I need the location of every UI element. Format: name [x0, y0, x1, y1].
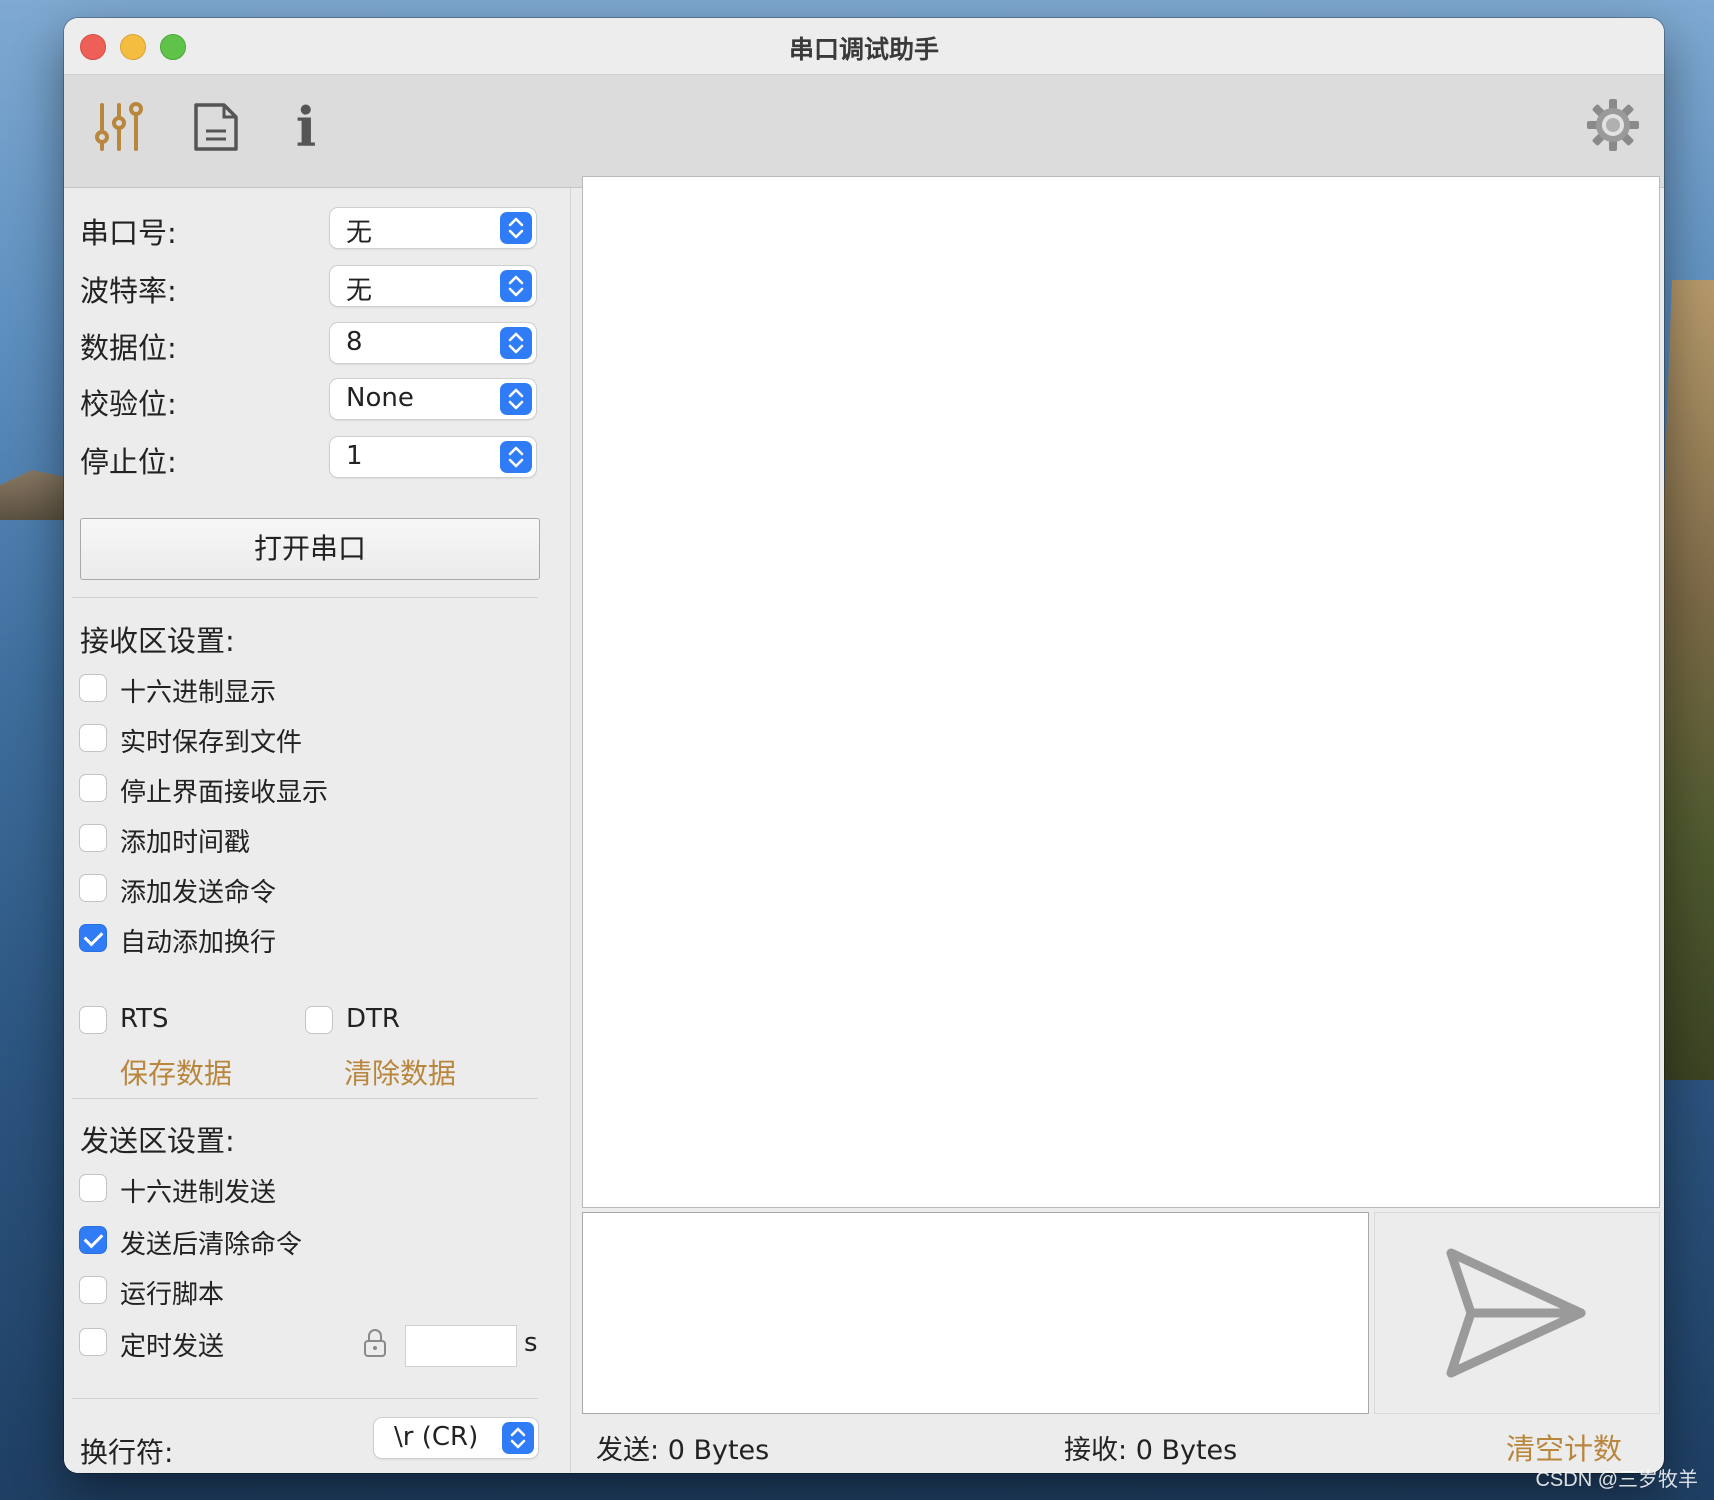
receive-count-value: 0 Bytes — [1135, 1435, 1238, 1466]
info-icon[interactable]: i — [286, 99, 326, 155]
newline-label: 换行符: — [80, 1436, 174, 1469]
select-arrows-icon — [500, 212, 532, 244]
newline-value: \r (CR) — [394, 1422, 479, 1452]
stopbits-value: 1 — [346, 441, 363, 471]
title-bar: 串口调试助手 — [64, 18, 1664, 75]
stopbits-select[interactable]: 1 — [330, 437, 536, 477]
select-arrows-icon — [500, 270, 532, 302]
stopbits-label: 停止位: — [80, 445, 177, 479]
panel-divider — [570, 188, 571, 1473]
interval-unit: s — [524, 1328, 538, 1358]
baud-value: 无 — [346, 276, 373, 306]
databits-value: 8 — [346, 327, 363, 357]
auto-newline-checkbox[interactable] — [80, 925, 106, 951]
send-plane-icon — [1446, 1248, 1586, 1378]
receive-area[interactable] — [582, 176, 1660, 1208]
send-input[interactable] — [582, 1212, 1369, 1414]
port-value: 无 — [346, 218, 373, 248]
clear-count-link[interactable]: 清空计数 — [1506, 1426, 1622, 1468]
gear-icon[interactable] — [1586, 97, 1640, 153]
add-send-command-label: 添加发送命令 — [120, 878, 277, 908]
rts-label: RTS — [120, 1004, 169, 1034]
hex-display-label: 十六进制显示 — [120, 678, 277, 708]
send-button[interactable] — [1374, 1212, 1660, 1414]
toolbar: i — [64, 75, 1664, 188]
divider — [72, 1098, 538, 1099]
sliders-icon[interactable] — [92, 99, 146, 155]
send-count-label: 发送: — [596, 1435, 660, 1466]
save-to-file-checkbox[interactable] — [80, 725, 106, 751]
stop-display-checkbox[interactable] — [80, 775, 106, 801]
document-icon[interactable] — [188, 99, 242, 155]
select-arrows-icon — [500, 327, 532, 359]
hex-send-label: 十六进制发送 — [120, 1178, 277, 1208]
watermark: CSDN @三岁牧羊 — [1535, 1469, 1698, 1491]
receive-count: 接收: 0 Bytes — [1064, 1428, 1237, 1467]
send-settings-title: 发送区设置: — [80, 1124, 235, 1158]
parity-select[interactable]: None — [330, 379, 536, 419]
databits-label: 数据位: — [80, 331, 177, 365]
baud-select[interactable]: 无 — [330, 266, 536, 306]
parity-value: None — [346, 383, 414, 413]
receive-settings-title: 接收区设置: — [80, 624, 235, 658]
parity-label: 校验位: — [80, 387, 177, 421]
timestamp-label: 添加时间戳 — [120, 828, 251, 858]
hex-display-checkbox[interactable] — [80, 675, 106, 701]
dtr-label: DTR — [346, 1004, 400, 1034]
window-title: 串口调试助手 — [788, 35, 939, 64]
stop-display-label: 停止界面接收显示 — [120, 778, 329, 808]
receive-count-label: 接收: — [1064, 1435, 1128, 1466]
divider — [72, 597, 538, 598]
auto-newline-label: 自动添加换行 — [120, 928, 277, 958]
divider — [72, 1398, 538, 1399]
send-interval-input[interactable] — [406, 1326, 516, 1366]
open-port-button[interactable]: 打开串口 — [80, 518, 540, 580]
settings-panel: 串口号: 无 波特率: 无 数据位: 8 校验位: None 停止位: 1 打开… — [64, 188, 572, 1473]
hex-send-checkbox[interactable] — [80, 1175, 106, 1201]
lock-icon[interactable] — [362, 1328, 388, 1358]
timed-send-label: 定时发送 — [120, 1332, 225, 1362]
add-send-command-checkbox[interactable] — [80, 875, 106, 901]
save-to-file-label: 实时保存到文件 — [120, 728, 303, 758]
databits-select[interactable]: 8 — [330, 323, 536, 363]
clear-data-link[interactable]: 清除数据 — [344, 1052, 456, 1092]
run-script-checkbox[interactable] — [80, 1277, 106, 1303]
select-arrows-icon — [502, 1422, 534, 1454]
port-select[interactable]: 无 — [330, 208, 536, 248]
dtr-checkbox[interactable] — [306, 1007, 332, 1033]
save-data-link[interactable]: 保存数据 — [120, 1052, 232, 1092]
baud-label: 波特率: — [80, 274, 177, 308]
select-arrows-icon — [500, 383, 532, 415]
newline-select[interactable]: \r (CR) — [374, 1418, 538, 1458]
info-glyph: i — [295, 95, 317, 159]
port-label: 串口号: — [80, 216, 177, 250]
clear-after-send-checkbox[interactable] — [80, 1227, 106, 1253]
send-count: 发送: 0 Bytes — [596, 1428, 769, 1467]
run-script-label: 运行脚本 — [120, 1280, 225, 1310]
rts-checkbox[interactable] — [80, 1007, 106, 1033]
timed-send-checkbox[interactable] — [80, 1329, 106, 1355]
timestamp-checkbox[interactable] — [80, 825, 106, 851]
send-count-value: 0 Bytes — [667, 1435, 770, 1466]
app-window: 串口调试助手 i 串口号: 无 波特率: 无 数据位: 8 校验位: None … — [64, 18, 1664, 1473]
select-arrows-icon — [500, 441, 532, 473]
clear-after-send-label: 发送后清除命令 — [120, 1230, 303, 1260]
